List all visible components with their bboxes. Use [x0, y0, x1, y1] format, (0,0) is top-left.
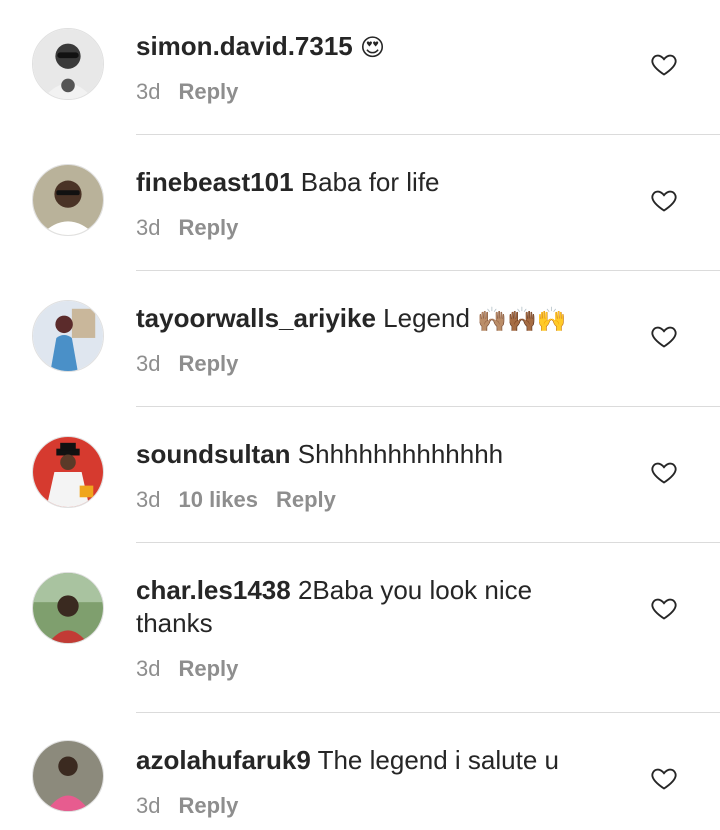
comment-meta: 3d Reply — [136, 792, 238, 820]
comment-time: 3d — [136, 656, 161, 681]
comment-time: 3d — [136, 215, 161, 240]
comment-time: 3d — [136, 79, 161, 104]
likes-count[interactable]: 10 likes — [178, 486, 258, 514]
avatar[interactable] — [32, 300, 104, 372]
reply-button[interactable]: Reply — [178, 792, 238, 820]
avatar[interactable] — [32, 28, 104, 100]
divider — [136, 134, 720, 135]
comment-meta: 3d 10 likes Reply — [136, 486, 336, 514]
reply-button[interactable]: Reply — [178, 655, 238, 683]
divider — [136, 712, 720, 713]
comment-username[interactable]: azolahufaruk9 — [136, 745, 311, 775]
comment-body: Shhhhhhhhhhhhh — [297, 439, 504, 469]
heart-outline-icon[interactable] — [650, 322, 678, 350]
comment-text: soundsultan Shhhhhhhhhhhhh — [136, 438, 606, 471]
heart-outline-icon[interactable] — [650, 764, 678, 792]
comment-body: Baba for life — [300, 167, 440, 197]
avatar[interactable] — [32, 436, 104, 508]
comment-username[interactable]: soundsultan — [136, 439, 291, 469]
reply-button[interactable]: Reply — [178, 214, 238, 242]
heart-outline-icon[interactable] — [650, 50, 678, 78]
emoji: 🙌🏽🙌🏾🙌 — [477, 306, 567, 334]
comment-text: simon.david.7315 😍 — [136, 30, 606, 65]
comment-username[interactable]: finebeast101 — [136, 167, 294, 197]
comment-text: tayoorwalls_ariyike Legend 🙌🏽🙌🏾🙌 — [136, 302, 606, 337]
avatar[interactable] — [32, 740, 104, 812]
comment-username[interactable]: char.les1438 — [136, 575, 291, 605]
reply-button[interactable]: Reply — [178, 78, 238, 106]
comment-body: The legend i salute u — [317, 745, 559, 775]
reply-button[interactable]: Reply — [276, 486, 336, 514]
comment-meta: 3d Reply — [136, 655, 238, 683]
comment-text: finebeast101 Baba for life — [136, 166, 606, 199]
reply-button[interactable]: Reply — [178, 350, 238, 378]
avatar[interactable] — [32, 164, 104, 236]
comment-meta: 3d Reply — [136, 350, 238, 378]
comment-text: char.les1438 2Baba you look nice thanks — [136, 574, 606, 640]
divider — [136, 270, 720, 271]
comment-body: Legend — [383, 303, 470, 333]
divider — [136, 406, 720, 407]
emoji: 😍 — [360, 34, 386, 62]
comment-username[interactable]: simon.david.7315 — [136, 31, 353, 61]
heart-outline-icon[interactable] — [650, 186, 678, 214]
heart-outline-icon[interactable] — [650, 458, 678, 486]
comment-meta: 3d Reply — [136, 78, 238, 106]
heart-outline-icon[interactable] — [650, 594, 678, 622]
avatar[interactable] — [32, 572, 104, 644]
comment-time: 3d — [136, 793, 161, 818]
divider — [136, 542, 720, 543]
comment-meta: 3d Reply — [136, 214, 238, 242]
comment-time: 3d — [136, 487, 161, 512]
comment-username[interactable]: tayoorwalls_ariyike — [136, 303, 376, 333]
comment-text: azolahufaruk9 The legend i salute u — [136, 744, 606, 777]
comment-time: 3d — [136, 351, 161, 376]
